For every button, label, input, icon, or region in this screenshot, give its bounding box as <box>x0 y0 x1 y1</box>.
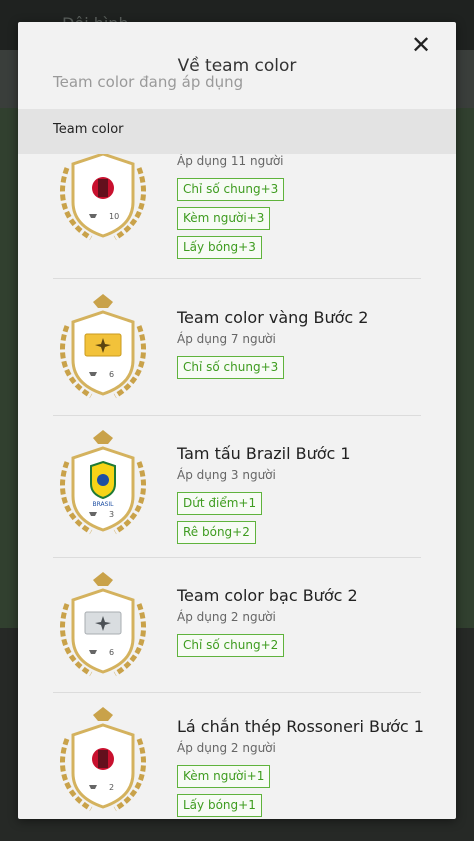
team-badge-icon: BRASIL 3 <box>59 430 147 535</box>
stat-tag: Lấy bóng+1 <box>177 794 262 817</box>
team-badge-icon: 10 <box>59 154 147 241</box>
stat-tag: Rê bóng+2 <box>177 521 256 544</box>
badge-level: 2 <box>109 783 114 792</box>
section-header: Team color <box>18 109 456 154</box>
item-divider <box>53 278 421 279</box>
team-color-list[interactable]: 10 Áp dụng 11 người Chỉ số chung+3 Kèm n… <box>18 154 456 819</box>
item-divider <box>53 557 421 558</box>
badge-level: 6 <box>109 648 114 657</box>
svg-text:BRASIL: BRASIL <box>92 501 114 508</box>
stat-tag: Chỉ số chung+2 <box>177 634 285 657</box>
team-color-name: Tam tấu Brazil Bước 1 <box>177 444 351 463</box>
section-label: Team color <box>53 122 124 137</box>
badge-level: 3 <box>109 510 114 519</box>
applied-count: Áp dụng 2 người <box>177 741 276 755</box>
close-button[interactable]: ✕ <box>406 30 436 60</box>
item-divider <box>53 692 421 693</box>
stat-tag: Lấy bóng+3 <box>177 236 262 259</box>
applied-count: Áp dụng 3 người <box>177 468 276 482</box>
stat-tag: Kèm người+3 <box>177 207 271 230</box>
stat-tag: Dứt điểm+1 <box>177 492 263 515</box>
team-color-name: Lá chắn thép Rossoneri Bước 1 <box>177 717 424 736</box>
item-divider <box>53 415 421 416</box>
team-badge-icon: 6 <box>59 572 147 677</box>
close-icon: ✕ <box>410 31 432 59</box>
team-badge-icon: 2 <box>59 707 147 812</box>
team-color-modal: Về team color ✕ Team color đang áp dụng … <box>18 22 456 819</box>
team-color-name: Team color vàng Bước 2 <box>177 308 369 327</box>
stat-tag: Kèm người+1 <box>177 765 271 788</box>
modal-subtitle: Team color đang áp dụng <box>53 73 244 91</box>
applied-count: Áp dụng 7 người <box>177 332 276 346</box>
applied-count: Áp dụng 11 người <box>177 154 284 168</box>
badge-level: 10 <box>109 212 119 221</box>
team-badge-icon: 6 <box>59 294 147 399</box>
stat-tag: Chỉ số chung+3 <box>177 356 285 379</box>
stat-tag: Chỉ số chung+3 <box>177 178 285 201</box>
team-color-name: Team color bạc Bước 2 <box>177 586 358 605</box>
applied-count: Áp dụng 2 người <box>177 610 276 624</box>
badge-level: 6 <box>109 370 114 379</box>
